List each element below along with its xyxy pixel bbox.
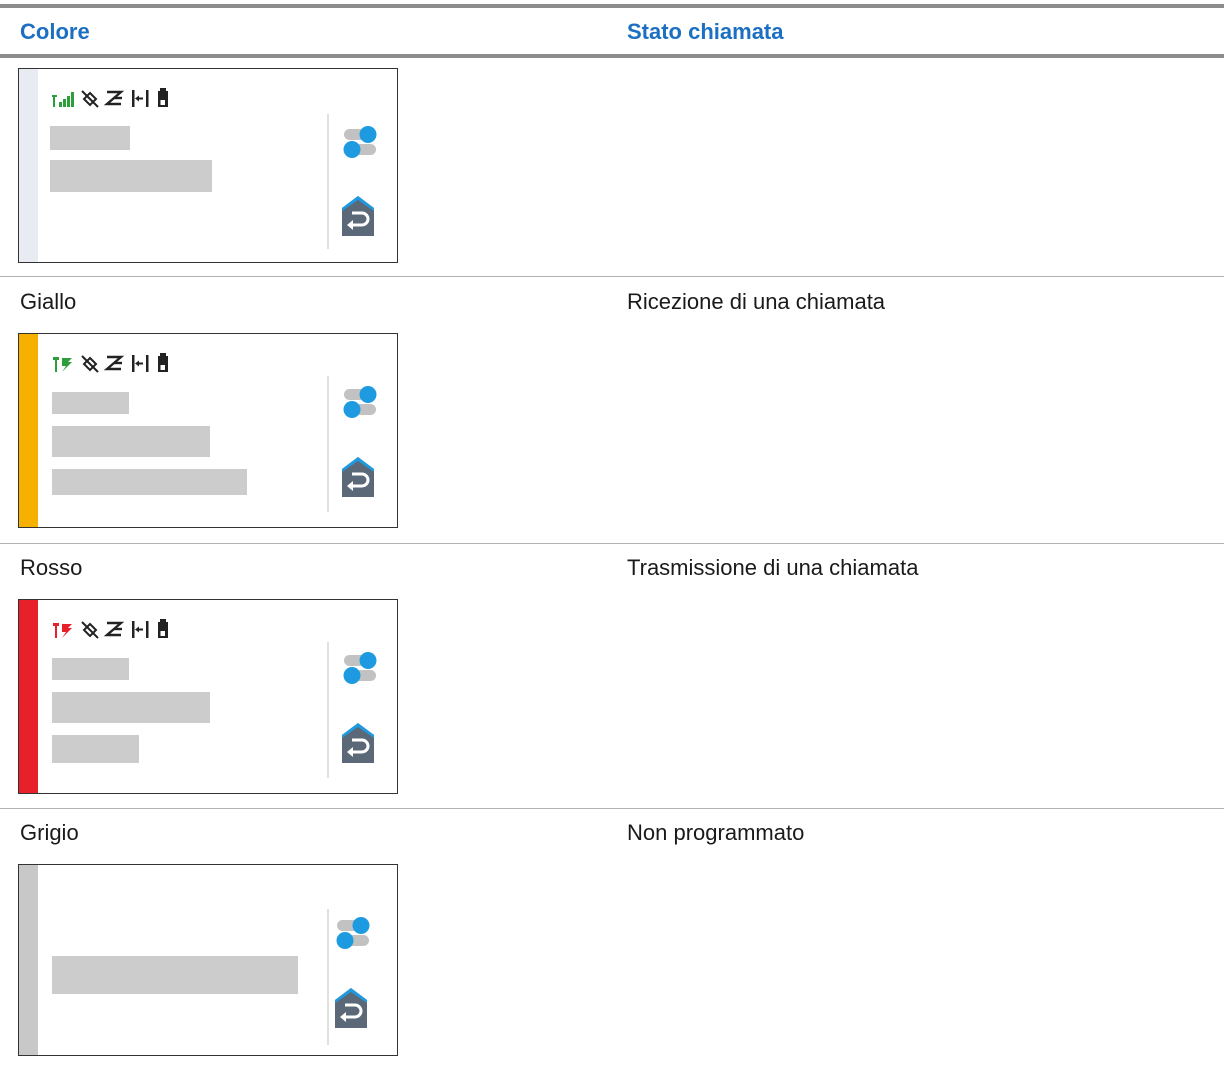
device-screen-image [18, 599, 398, 794]
talkaround-icon [132, 90, 149, 107]
status-bar [53, 353, 168, 373]
battery-icon [158, 619, 168, 638]
text-placeholder [52, 469, 247, 495]
text-placeholder [50, 160, 212, 192]
call-state-color-strip [19, 600, 38, 793]
color-label: Grigio [20, 820, 79, 845]
settings-toggle-icon [343, 126, 377, 158]
text-placeholder [52, 735, 139, 763]
signal-tx-icon [53, 623, 72, 638]
column-header-color: Colore [20, 19, 90, 44]
text-placeholder [50, 126, 130, 150]
call-state-color-strip [19, 69, 38, 262]
text-placeholder [52, 956, 298, 994]
side-divider [327, 376, 329, 512]
row-divider [0, 808, 1224, 809]
home-back-icon [342, 723, 374, 763]
color-label: Giallo [20, 289, 77, 314]
color-label: Rosso [20, 555, 83, 580]
no-gps-icon [81, 355, 99, 373]
device-screen-image [18, 68, 398, 263]
talkaround-icon [132, 355, 149, 372]
no-gps-icon [81, 90, 99, 108]
settings-toggle-icon [343, 386, 377, 418]
call-state-label: Non programmato [627, 820, 805, 845]
home-back-icon [342, 457, 374, 497]
status-bar [52, 88, 168, 108]
table-top-rule [0, 4, 1224, 8]
table-header-rule [0, 54, 1224, 58]
side-divider [327, 909, 329, 1045]
side-divider [327, 114, 329, 249]
settings-toggle-icon [336, 917, 370, 949]
text-placeholder [52, 692, 210, 723]
battery-icon [158, 353, 168, 372]
column-header-state: Stato chiamata [627, 19, 784, 44]
scan-icon [103, 90, 125, 106]
device-screen-image [18, 333, 398, 528]
signal-rx-icon [53, 357, 72, 372]
talkaround-icon [132, 621, 149, 638]
settings-toggle-icon [343, 652, 377, 684]
call-state-color-strip [19, 334, 38, 527]
scan-icon [103, 621, 125, 637]
text-placeholder [52, 392, 129, 414]
row-divider [0, 543, 1224, 544]
device-screen-image [18, 864, 398, 1056]
call-state-label: Trasmissione di una chiamata [627, 555, 919, 580]
row-divider [0, 276, 1224, 277]
home-back-icon [335, 988, 367, 1028]
battery-icon [158, 88, 168, 107]
call-state-color-strip [19, 865, 38, 1055]
call-state-label: Ricezione di una chiamata [627, 289, 886, 314]
text-placeholder [52, 658, 129, 680]
scan-icon [103, 355, 125, 371]
text-placeholder [52, 426, 210, 457]
no-gps-icon [81, 621, 99, 639]
side-divider [327, 642, 329, 778]
home-back-icon [342, 196, 374, 236]
signal-icon [52, 92, 74, 107]
status-bar [53, 619, 168, 639]
